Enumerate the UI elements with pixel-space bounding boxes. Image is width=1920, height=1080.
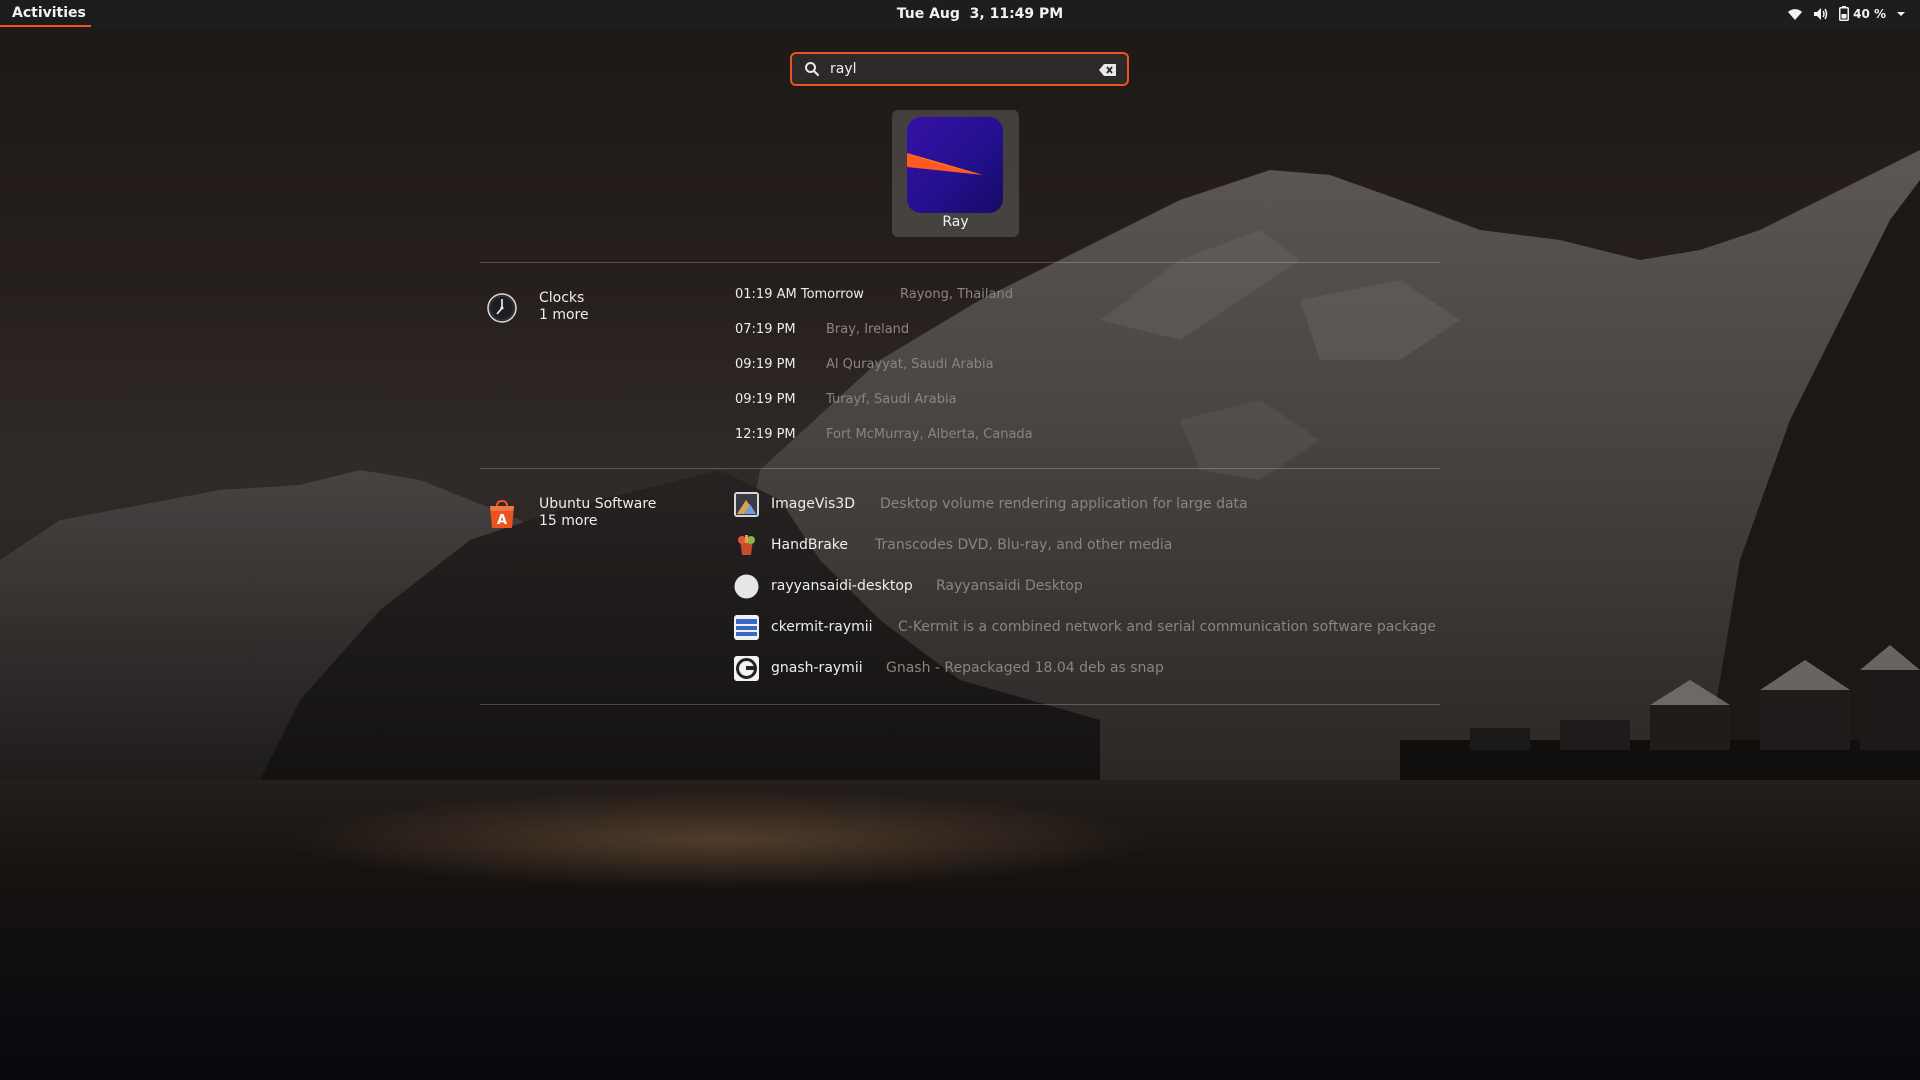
ray-app-icon — [907, 117, 1003, 213]
clock-location: Al Qurayyat, Saudi Arabia — [826, 357, 994, 372]
provider-clocks[interactable]: Clocks 1 more — [486, 288, 686, 328]
chevron-down-icon — [1896, 10, 1906, 18]
software-description: Transcodes DVD, Blu-ray, and other media — [875, 537, 1173, 553]
clock-time: 09:19 PM — [735, 357, 796, 372]
results-separator — [480, 704, 1440, 705]
software-description: Desktop volume rendering application for… — [880, 496, 1248, 512]
software-name: gnash-raymii — [771, 660, 863, 676]
software-description: C-Kermit is a combined network and seria… — [898, 619, 1437, 635]
clock-time: 12:19 PM — [735, 427, 796, 442]
svg-text:A: A — [497, 513, 507, 528]
search-input[interactable] — [830, 59, 1080, 79]
date-time-menu[interactable]: Tue Aug 3, 11:49 PM — [0, 0, 1920, 27]
clock-result-row[interactable]: 09:19 PM Al Qurayyat, Saudi Arabia — [735, 357, 994, 377]
clock-result-row[interactable]: 07:19 PM Bray, Ireland — [735, 322, 909, 342]
results-separator — [480, 262, 1440, 263]
app-result-ray[interactable]: Ray — [892, 110, 1019, 237]
clear-icon[interactable] — [1099, 62, 1117, 81]
battery-percent: 40 % — [1853, 6, 1886, 21]
clock-location: Fort McMurray, Alberta, Canada — [826, 427, 1033, 442]
clock-time: 01:19 AM Tomorrow — [735, 287, 864, 302]
provider-name: Clocks — [539, 290, 585, 306]
software-name: ckermit-raymii — [771, 619, 873, 635]
clock-app-icon — [486, 292, 518, 324]
clock-location: Turayf, Saudi Arabia — [826, 392, 957, 407]
imagevis3d-icon — [734, 492, 759, 517]
clock-result-row[interactable]: 09:19 PM Turayf, Saudi Arabia — [735, 392, 957, 412]
software-description: Rayyansaidi Desktop — [936, 578, 1083, 594]
clock-location: Bray, Ireland — [826, 322, 910, 337]
search-entry[interactable] — [790, 52, 1129, 86]
system-tray[interactable]: 40 % — [1787, 0, 1906, 27]
provider-more: 1 more — [539, 307, 589, 323]
battery-icon — [1839, 6, 1850, 21]
provider-ubuntu-software[interactable]: A Ubuntu Software 15 more — [486, 494, 686, 534]
volume-icon — [1813, 7, 1829, 21]
ckermit-icon — [734, 615, 759, 640]
clock-time: 07:19 PM — [735, 322, 796, 337]
ubuntu-software-icon: A — [486, 498, 518, 530]
results-separator — [480, 468, 1440, 469]
app-result-label: Ray — [942, 214, 969, 230]
provider-more: 15 more — [539, 513, 598, 529]
date-time-label: Tue Aug 3, 11:49 PM — [896, 5, 1064, 22]
software-name: rayyansaidi-desktop — [771, 578, 913, 594]
software-name: ImageVis3D — [771, 496, 855, 512]
provider-name: Ubuntu Software — [539, 496, 657, 512]
software-name: HandBrake — [771, 537, 849, 553]
gnash-icon — [734, 656, 759, 681]
clock-time: 09:19 PM — [735, 392, 796, 407]
rayyansaidi-desktop-icon — [734, 574, 759, 599]
clock-result-row[interactable]: 01:19 AM Tomorrow Rayong, Thailand — [735, 287, 1013, 307]
search-icon — [804, 61, 820, 81]
wifi-icon — [1787, 7, 1803, 21]
clock-result-row[interactable]: 12:19 PM Fort McMurray, Alberta, Canada — [735, 427, 1033, 447]
clock-location: Rayong, Thailand — [900, 287, 1013, 302]
handbrake-icon — [734, 533, 759, 558]
top-bar: Activities Tue Aug 3, 11:49 PM 40 % — [0, 0, 1920, 27]
software-description: Gnash - Repackaged 18.04 deb as snap — [886, 660, 1164, 676]
